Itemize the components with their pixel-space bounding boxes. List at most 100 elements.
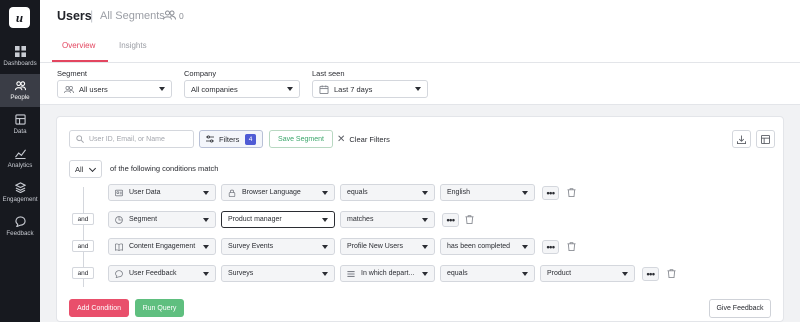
columns-button[interactable]: [756, 130, 775, 148]
condition-more-button[interactable]: •••: [642, 267, 659, 281]
feedback-icon: [14, 216, 26, 227]
condition-field-select[interactable]: Product manager: [221, 211, 335, 228]
trash-icon[interactable]: [567, 188, 576, 197]
condition-value: Product: [547, 270, 572, 277]
condition-field-value: Product manager: [228, 216, 282, 223]
condition-category-value: Segment: [129, 216, 158, 223]
condition-field-select[interactable]: Survey Events: [221, 238, 335, 255]
condition-operator-select[interactable]: equals: [340, 184, 435, 201]
caret-down-icon: [322, 218, 328, 222]
page-header: Users | All Segments 0 Overview Insights: [40, 0, 800, 63]
condition-field-select[interactable]: Browser Language: [221, 184, 335, 201]
segment-filter-value: All users: [79, 84, 108, 94]
sidebar-item-label: Analytics: [7, 162, 33, 169]
people-icon: [14, 81, 26, 91]
match-mode-select[interactable]: All: [69, 160, 102, 178]
condition-operator-value: equals: [447, 270, 468, 277]
caret-down-icon: [159, 87, 165, 91]
sidebar-item-dashboards[interactable]: Dashboards: [0, 40, 40, 73]
condition-operator-select[interactable]: has been completed: [440, 238, 535, 255]
last-seen-filter-select[interactable]: Last 7 days: [312, 80, 428, 98]
chat-bubble-icon: [115, 269, 123, 278]
segment-filter-label: Segment: [57, 69, 88, 78]
last-seen-filter-value: Last 7 days: [334, 84, 373, 94]
condition-value-select[interactable]: English: [440, 184, 535, 201]
page-title: Users: [57, 9, 92, 23]
condition-category-select[interactable]: Segment: [108, 211, 216, 228]
condition-more-button[interactable]: •••: [542, 240, 559, 254]
condition-operator-value: has been completed: [447, 243, 511, 250]
last-seen-filter-label: Last seen: [312, 69, 345, 78]
tab-overview[interactable]: Overview: [62, 41, 95, 50]
add-condition-button[interactable]: Add Condition: [69, 299, 129, 317]
sidebar-item-feedback[interactable]: Feedback: [0, 210, 40, 243]
and-connector: and: [72, 240, 94, 252]
sidebar-item-analytics[interactable]: Analytics: [0, 142, 40, 175]
condition-category-value: User Data: [129, 189, 161, 196]
sidebar: u Dashboards People Data Analytics Engag…: [0, 0, 40, 322]
close-icon: ✕: [337, 133, 346, 145]
condition-operator-select[interactable]: equals: [440, 265, 535, 282]
condition-field-select[interactable]: Surveys: [221, 265, 335, 282]
segment-name[interactable]: All Segments: [100, 10, 165, 22]
caret-down-icon: [203, 272, 209, 276]
condition-category-select[interactable]: User Data: [108, 184, 216, 201]
sidebar-item-label: Engagement: [2, 196, 38, 203]
caret-down-icon: [522, 191, 528, 195]
filters-count-badge: 4: [245, 134, 256, 145]
export-button[interactable]: [732, 130, 751, 148]
segment-count: 0: [179, 11, 184, 21]
table-icon: [761, 134, 770, 144]
sidebar-item-engagement[interactable]: Engagement: [0, 176, 40, 209]
data-icon: [14, 114, 26, 125]
caret-down-icon: [203, 218, 209, 222]
and-connector: and: [72, 213, 94, 225]
condition-value: English: [447, 189, 470, 196]
caret-down-icon: [203, 191, 209, 195]
sidebar-item-data[interactable]: Data: [0, 108, 40, 141]
caret-down-icon: [522, 272, 528, 276]
caret-down-icon: [422, 218, 428, 222]
caret-down-icon: [622, 272, 628, 276]
condition-operator-value: equals: [347, 189, 368, 196]
trash-icon[interactable]: [667, 269, 676, 278]
sidebar-item-people[interactable]: People: [0, 74, 40, 107]
condition-subfield-value: In which depart...: [361, 270, 415, 277]
company-filter-select[interactable]: All companies: [184, 80, 300, 98]
caret-down-icon: [322, 272, 328, 276]
condition-field-value: Survey Events: [228, 243, 274, 250]
caret-down-icon: [522, 245, 528, 249]
trash-icon[interactable]: [465, 215, 474, 224]
caret-down-icon: [322, 245, 328, 249]
condition-more-button[interactable]: •••: [442, 213, 459, 227]
people-icon: [163, 10, 176, 20]
dashboard-icon: [14, 46, 26, 57]
condition-category-select[interactable]: User Feedback: [108, 265, 216, 282]
condition-category-select[interactable]: Content Engagement: [108, 238, 216, 255]
run-query-button[interactable]: Run Query: [135, 299, 184, 317]
and-connector: and: [72, 267, 94, 279]
user-search-input[interactable]: User ID, Email, or Name: [69, 130, 194, 148]
filters-button[interactable]: Filters 4: [199, 130, 263, 148]
engagement-icon: [14, 182, 26, 193]
chevron-down-icon: [88, 164, 97, 173]
condition-more-button[interactable]: •••: [542, 186, 559, 200]
condition-category-value: Content Engagement: [129, 243, 196, 250]
condition-operator-select[interactable]: matches: [340, 211, 435, 228]
caret-down-icon: [415, 87, 421, 91]
condition-subfield-select[interactable]: In which depart...: [340, 265, 435, 282]
trash-icon[interactable]: [567, 242, 576, 251]
condition-category-value: User Feedback: [129, 270, 177, 277]
active-tab-indicator: [52, 60, 108, 62]
caret-down-icon: [422, 272, 428, 276]
condition-value-select[interactable]: Product: [540, 265, 635, 282]
save-segment-button[interactable]: Save Segment: [269, 130, 333, 148]
clear-filters-button[interactable]: ✕ Clear Filters: [337, 130, 390, 148]
tab-insights[interactable]: Insights: [119, 41, 147, 50]
app-logo[interactable]: u: [9, 7, 30, 28]
segment-filter-select[interactable]: All users: [57, 80, 172, 98]
filters-label: Filters: [219, 134, 240, 144]
condition-field-value: Browser Language: [242, 189, 301, 196]
condition-subfield-select[interactable]: Profile New Users: [340, 238, 435, 255]
give-feedback-button[interactable]: Give Feedback: [709, 299, 771, 318]
